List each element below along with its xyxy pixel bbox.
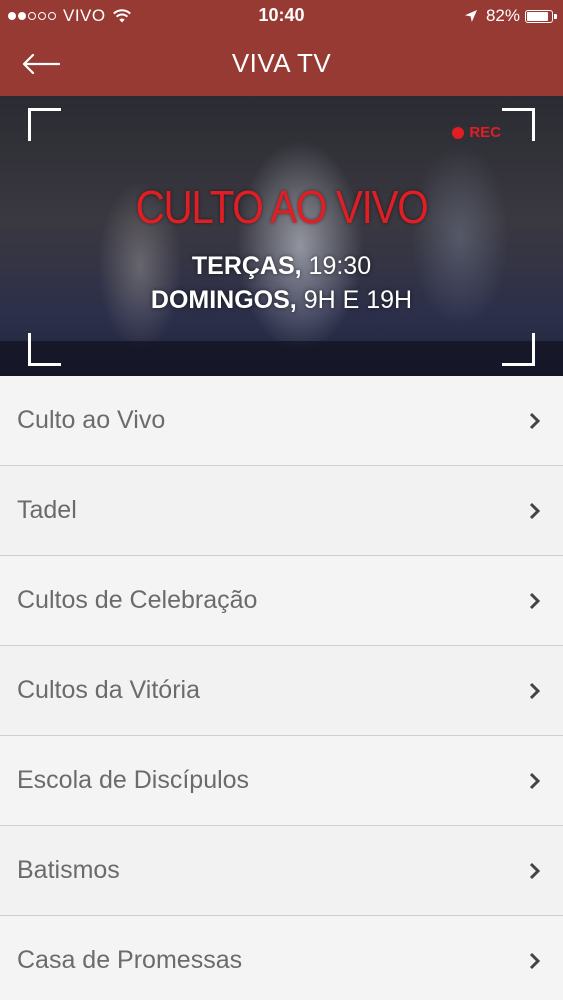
schedule-day: DOMINGOS, [150, 286, 297, 314]
menu-item-label: Batismos [17, 856, 120, 884]
viewfinder-corner-top-right [502, 108, 535, 141]
status-right: 82% [464, 6, 557, 26]
viewfinder-corner-bottom-left [28, 333, 61, 366]
schedule-tuesday: TERÇAS, 19:30 [0, 252, 563, 281]
rec-label: REC [469, 124, 501, 141]
menu-item-escola-de-discipulos[interactable]: Escola de Discípulos [0, 736, 563, 826]
menu-item-culto-ao-vivo[interactable]: Culto ao Vivo [0, 376, 563, 466]
rec-dot-icon [452, 126, 465, 139]
menu-item-cultos-da-vitoria[interactable]: Cultos da Vitória [0, 646, 563, 736]
live-stream-banner[interactable]: REC CULTO AO VIVO TERÇAS, 19:30 DOMINGOS… [0, 96, 563, 376]
schedule-time: 9H E 19H [296, 286, 413, 314]
menu-item-label: Casa de Promessas [17, 946, 243, 974]
chevron-right-icon [529, 862, 541, 880]
menu-item-label: Cultos da Vitória [17, 676, 200, 704]
hero-title: CULTO AO VIVO [135, 181, 429, 233]
rec-indicator: REC [452, 124, 501, 141]
viewfinder-corner-bottom-right [502, 333, 535, 366]
battery-percent: 82% [485, 6, 520, 25]
menu-item-cultos-de-celebracao[interactable]: Cultos de Celebração [0, 556, 563, 646]
schedule-day: TERÇAS, [191, 252, 302, 280]
menu-item-label: Tadel [17, 496, 77, 524]
menu-item-batismos[interactable]: Batismos [0, 826, 563, 916]
chevron-right-icon [529, 772, 541, 790]
menu-item-tadel[interactable]: Tadel [0, 466, 563, 556]
location-arrow-icon [464, 10, 477, 22]
page-title: VIVA TV [231, 48, 332, 78]
menu-list: Culto ao Vivo Tadel Cultos de Celebração… [0, 376, 563, 1000]
screen: VIVO 10:40 82% VIVA TV REC CULTO AO VIVO… [0, 0, 563, 1000]
schedule-sunday: DOMINGOS, 9H E 19H [0, 286, 563, 315]
menu-item-label: Cultos de Celebração [17, 586, 258, 614]
chevron-right-icon [529, 502, 541, 520]
nav-bar: VIVA TV [0, 32, 563, 96]
chevron-right-icon [529, 412, 541, 430]
menu-item-label: Culto ao Vivo [17, 406, 166, 434]
stage-shadow [0, 341, 563, 376]
chevron-right-icon [529, 682, 541, 700]
menu-item-label: Escola de Discípulos [17, 766, 250, 794]
viewfinder-corner-top-left [28, 108, 61, 141]
chevron-right-icon [529, 952, 541, 970]
menu-item-casa-de-promessas[interactable]: Casa de Promessas [0, 916, 563, 1000]
status-bar: VIVO 10:40 82% [0, 0, 563, 32]
chevron-right-icon [529, 592, 541, 610]
schedule-time: 19:30 [301, 252, 372, 280]
battery-icon [525, 9, 557, 23]
